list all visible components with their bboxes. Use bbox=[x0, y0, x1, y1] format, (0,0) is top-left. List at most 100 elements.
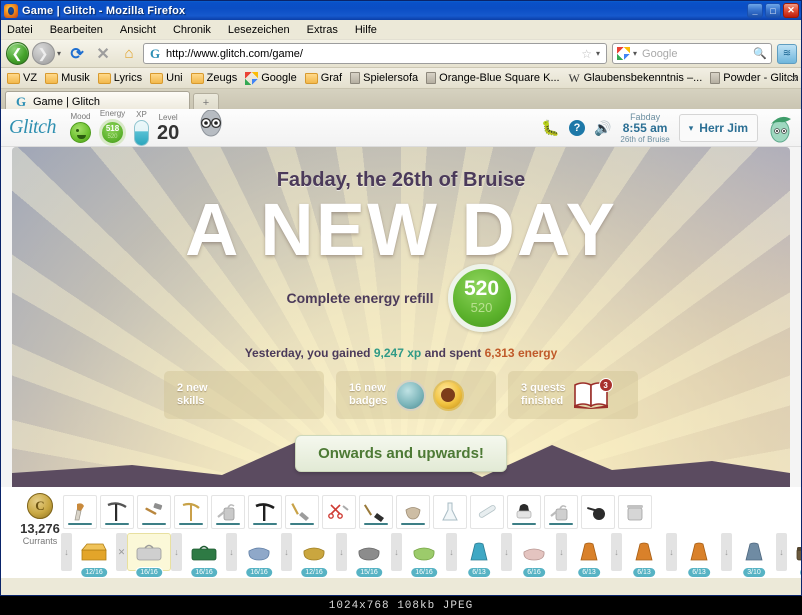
bookmark-orange-blue-square[interactable]: Orange-Blue Square K... bbox=[423, 71, 564, 85]
bag-slot-blue-bag[interactable]: 16/16 bbox=[237, 533, 281, 578]
bag-slot-grey-bag[interactable]: 16/16 bbox=[127, 533, 171, 578]
menu-item-hilfe[interactable]: Hilfe bbox=[355, 24, 377, 36]
tool-slot-watering-can[interactable] bbox=[211, 495, 245, 529]
bag-slot-green-bag[interactable]: 16/16 bbox=[402, 533, 446, 578]
speaker-icon[interactable]: 🔊 bbox=[594, 120, 611, 137]
tool-slot-pick[interactable] bbox=[174, 495, 208, 529]
mood-stat[interactable]: Mood bbox=[70, 112, 91, 143]
image-caption: 1024x768 108kb JPEG bbox=[0, 596, 802, 615]
tool-slot-flask[interactable] bbox=[433, 495, 467, 529]
user-name: Herr Jim bbox=[699, 121, 748, 135]
tool-slot-hammer[interactable] bbox=[137, 495, 171, 529]
navigation-toolbar: ❮ ❯ ▾ ⟳ ✕ ⌂ G http://www.glitch.com/game… bbox=[1, 40, 801, 68]
tool-slot-trophy[interactable] bbox=[63, 495, 97, 529]
game-top-bar-right: 🐛 ? 🔊 Fabday 8:55 am 26th of Bruise ▾ He… bbox=[541, 109, 793, 147]
bag-slot-green-toolbox[interactable]: 16/16 bbox=[182, 533, 226, 578]
search-bar[interactable]: ▾ Google 🔍 bbox=[612, 43, 772, 64]
bookmark-graf[interactable]: Graf bbox=[302, 71, 347, 85]
summary-xp: 9,247 xp bbox=[373, 346, 422, 360]
currants-display[interactable]: C 13,276 Currants bbox=[17, 493, 63, 546]
menu-item-lesezeichen[interactable]: Lesezeichen bbox=[228, 24, 290, 36]
xp-stat[interactable]: XP bbox=[134, 110, 149, 146]
quests-card[interactable]: 3 quests finished 3 bbox=[508, 371, 638, 419]
menu-item-bearbeiten[interactable]: Bearbeiten bbox=[50, 24, 103, 36]
bag-slot-orange-sack-3[interactable]: 6/13 bbox=[677, 533, 721, 578]
help-icon[interactable]: ? bbox=[568, 120, 585, 136]
quest-count-badge: 3 bbox=[598, 378, 613, 392]
bookmark-glaubensbekenntnis[interactable]: W Glaubensbekenntnis –... bbox=[565, 70, 708, 87]
bag-count-badge: 12/16 bbox=[300, 567, 328, 578]
menu-item-ansicht[interactable]: Ansicht bbox=[120, 24, 156, 36]
search-input[interactable]: Google bbox=[642, 48, 750, 60]
bookmark-label: Orange-Blue Square K... bbox=[439, 72, 560, 84]
skills-card[interactable]: 2 new skills bbox=[164, 371, 324, 419]
bookmark-vz[interactable]: VZ bbox=[4, 71, 42, 85]
tool-slot-scissors-kit[interactable] bbox=[322, 495, 356, 529]
nav-history-dropdown-icon[interactable]: ▾ bbox=[57, 49, 61, 58]
bookmark-spielersofa[interactable]: Spielersofa bbox=[347, 71, 423, 85]
tool-slot-shovel[interactable] bbox=[285, 495, 319, 529]
url-bar[interactable]: G http://www.glitch.com/game/ ☆ ▾ bbox=[143, 43, 607, 64]
forward-button[interactable]: ❯ bbox=[31, 42, 55, 66]
bookmark-powder-glitch[interactable]: Powder - Glitch Strate... bbox=[707, 71, 801, 85]
bag-slot-teal-sack[interactable]: 6/13 bbox=[457, 533, 501, 578]
bag-slot-satchel[interactable]: 3/4 bbox=[787, 533, 801, 578]
menu-item-datei[interactable]: Datei bbox=[7, 24, 33, 36]
level-stat[interactable]: Level 20 bbox=[157, 113, 179, 143]
bookmark-zeugs[interactable]: Zeugs bbox=[188, 71, 243, 85]
search-icon[interactable]: 🔍 bbox=[753, 47, 767, 60]
tool-slot-frying-pan[interactable] bbox=[581, 495, 615, 529]
back-button[interactable]: ❮ bbox=[5, 42, 29, 66]
badges-card[interactable]: 16 new badges bbox=[336, 371, 496, 419]
feed-button[interactable]: ≋ bbox=[777, 43, 797, 64]
url-text[interactable]: http://www.glitch.com/game/ bbox=[166, 48, 577, 60]
bag-slot-pink-purse[interactable]: 6/16 bbox=[512, 533, 556, 578]
bag-count-badge: 16/16 bbox=[410, 567, 438, 578]
folder-icon bbox=[150, 72, 164, 84]
tool-slot-pot[interactable] bbox=[618, 495, 652, 529]
user-menu-button[interactable]: ▾ Herr Jim bbox=[678, 114, 758, 142]
tool-slot-grinder[interactable] bbox=[507, 495, 541, 529]
bag-slot-gold-bag[interactable]: 12/16 bbox=[292, 533, 336, 578]
bookmark-label: Powder - Glitch Strate... bbox=[723, 72, 801, 84]
tool-slot-spade[interactable] bbox=[359, 495, 393, 529]
avatar[interactable] bbox=[767, 113, 793, 143]
url-dropdown-icon[interactable]: ▾ bbox=[596, 49, 600, 58]
bookmark-google[interactable]: Google bbox=[242, 71, 301, 86]
bag-slot-blue-sack[interactable]: 3/10 bbox=[732, 533, 776, 578]
bookmarks-overflow-icon[interactable]: » bbox=[791, 71, 798, 85]
glitch-logo[interactable]: Glitch bbox=[9, 116, 57, 139]
bookmark-star-icon[interactable]: ☆ bbox=[581, 47, 592, 61]
tool-slot-black-pickaxe[interactable] bbox=[248, 495, 282, 529]
close-button[interactable]: ✕ bbox=[783, 3, 799, 18]
bag-count-badge: 6/13 bbox=[687, 567, 711, 578]
reload-button[interactable]: ⟳ bbox=[65, 42, 89, 66]
tool-slot-pickaxe[interactable] bbox=[100, 495, 134, 529]
search-engine-dropdown-icon[interactable]: ▾ bbox=[633, 49, 637, 58]
bag-separator: ↓ bbox=[446, 533, 457, 571]
folder-icon bbox=[97, 72, 111, 84]
bookmark-lyrics[interactable]: Lyrics bbox=[95, 71, 147, 85]
home-button[interactable]: ⌂ bbox=[117, 42, 141, 66]
energy-stat[interactable]: Energy 518 520 bbox=[99, 109, 126, 146]
tool-slot-rolling-pin[interactable] bbox=[470, 495, 504, 529]
stop-button[interactable]: ✕ bbox=[91, 42, 115, 66]
menu-item-chronik[interactable]: Chronik bbox=[173, 24, 211, 36]
tool-slot-mortar[interactable] bbox=[396, 495, 430, 529]
onwards-and-upwards-button[interactable]: Onwards and upwards! bbox=[295, 435, 507, 472]
quests-card-line1: 3 quests bbox=[521, 382, 566, 394]
bag-slot-gold-toolbox[interactable]: 12/16 bbox=[72, 533, 116, 578]
google-icon bbox=[617, 47, 630, 60]
bookmark-uni[interactable]: Uni bbox=[147, 71, 188, 85]
tool-slot-kettle[interactable] bbox=[544, 495, 578, 529]
bag-slot-grey-sack[interactable]: 15/16 bbox=[347, 533, 391, 578]
bag-slot-orange-sack-2[interactable]: 6/13 bbox=[622, 533, 666, 578]
menu-item-extras[interactable]: Extras bbox=[307, 24, 338, 36]
maximize-button[interactable]: □ bbox=[765, 3, 781, 18]
minimize-button[interactable]: _ bbox=[747, 3, 763, 18]
bug-icon[interactable]: 🐛 bbox=[541, 119, 560, 137]
bag-slot-orange-sack-1[interactable]: 6/13 bbox=[567, 533, 611, 578]
bookmark-musik[interactable]: Musik bbox=[42, 71, 95, 85]
energy-ring-icon: 518 520 bbox=[99, 119, 126, 146]
bag-separator: ↓ bbox=[226, 533, 237, 571]
